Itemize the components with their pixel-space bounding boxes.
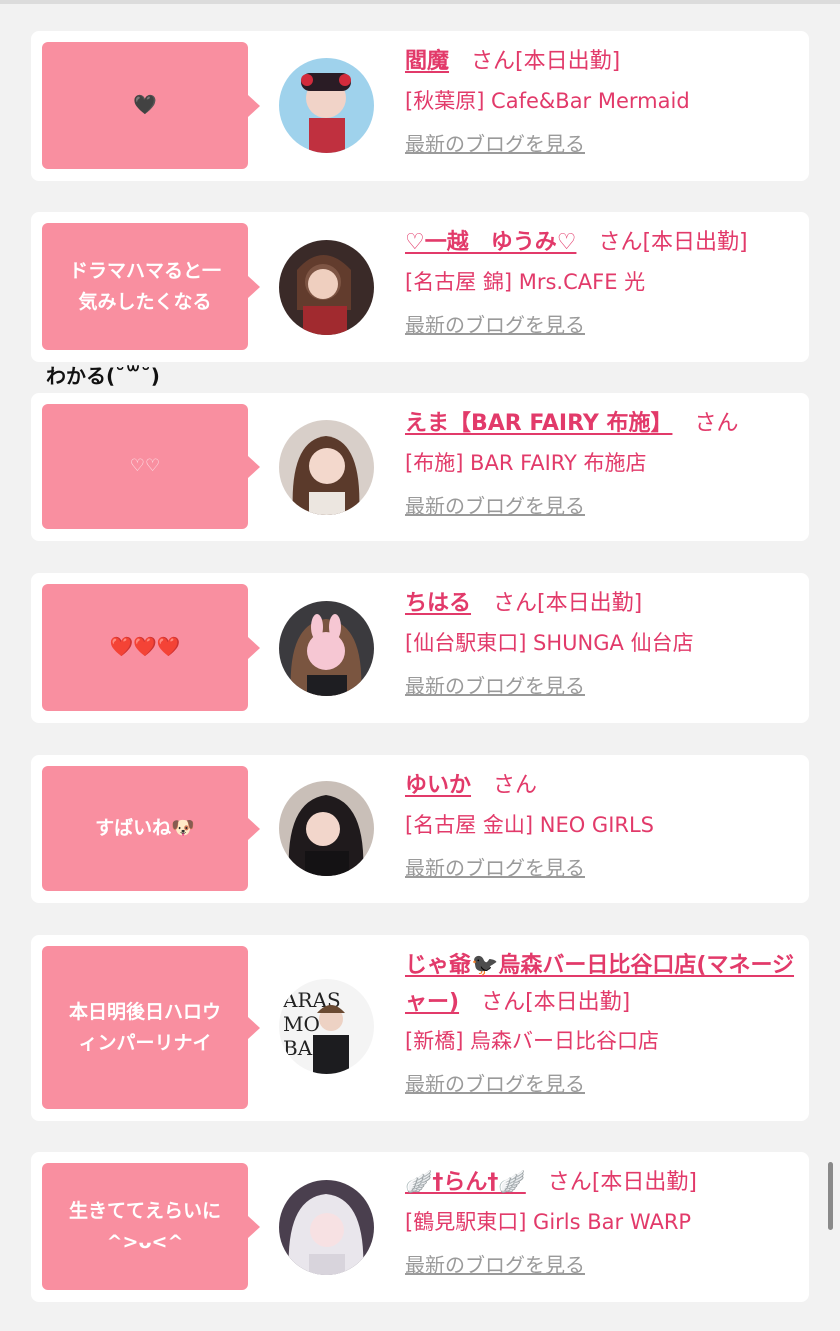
- girl-name-link[interactable]: 閻魔: [405, 49, 449, 74]
- girl-card: 🖤 閻魔 さん[本日出勤] [秋葉原] Cafe&Bar Mermaid 最新のブ…: [31, 31, 809, 181]
- top-divider: [0, 0, 840, 4]
- handwritten-note: わかる(˘꒳˘): [46, 364, 160, 388]
- svg-text:MO: MO: [283, 1012, 320, 1036]
- san-label: さん: [547, 1170, 592, 1195]
- girl-card: ドラマハマると一 気みしたくなる ♡一越 ゆうみ♡ さん[本日出勤] [名古屋 錦…: [31, 212, 809, 362]
- san-label: さん: [694, 411, 739, 436]
- shop-name: [布施] BAR FAIRY 布施店: [405, 451, 647, 475]
- girl-card: すばいね🐶 ゆいか さん [名古屋 金山] NEO GIRLS 最新のブログを見る: [31, 755, 809, 903]
- latest-blog-link[interactable]: 最新のブログを見る: [405, 1069, 585, 1099]
- girl-name-link[interactable]: えま【BAR FAIRY 布施】: [405, 411, 672, 436]
- shop-name: [名古屋 錦] Mrs.CAFE 光: [405, 270, 646, 294]
- shop-name: [秋葉原] Cafe&Bar Mermaid: [405, 89, 690, 113]
- latest-blog-link[interactable]: 最新のブログを見る: [405, 491, 585, 521]
- comment-text: 🖤: [133, 94, 157, 116]
- girl-name-link[interactable]: 🪽†らん†🪽: [405, 1170, 526, 1195]
- status-label: [本日出勤]: [642, 230, 748, 255]
- latest-blog-link[interactable]: 最新のブログを見る: [405, 310, 585, 340]
- comment-text: ♡♡: [129, 456, 161, 476]
- girl-name-link[interactable]: ♡一越 ゆうみ♡: [405, 230, 576, 255]
- shop-name: [新橋] 烏森バー日比谷口店: [405, 1029, 660, 1053]
- comment-bubble: 🖤: [42, 42, 260, 169]
- comment-text: 本日明後日ハロウ ィンパーリナイ: [68, 1000, 221, 1054]
- svg-text:BA: BA: [283, 1036, 313, 1060]
- avatar[interactable]: [279, 58, 374, 153]
- girl-card: 本日明後日ハロウ ィンパーリナイ ARAS MO BA じゃ爺🐦‍⬛烏森バー日比谷口…: [31, 935, 809, 1121]
- comment-bubble: ドラマハマると一 気みしたくなる: [42, 223, 260, 350]
- comment-bubble: 本日明後日ハロウ ィンパーリナイ: [42, 946, 260, 1109]
- girl-name-link[interactable]: ちはる: [405, 591, 471, 616]
- scrollbar[interactable]: [828, 1162, 833, 1230]
- comment-bubble: ♡♡: [42, 404, 260, 529]
- comment-bubble: 生きててえらいに ^>ᴗ<^: [42, 1163, 260, 1290]
- comment-text: 生きててえらいに ^>ᴗ<^: [68, 1199, 221, 1253]
- san-label: さん: [493, 773, 538, 798]
- san-label: さん: [471, 49, 516, 74]
- girl-card: ❤️❤️❤️ ちはる さん[本日出勤] [仙台駅東口] SHUNGA 仙台店 最新…: [31, 573, 809, 723]
- shop-name: [名古屋 金山] NEO GIRLS: [405, 813, 655, 837]
- avatar[interactable]: [279, 420, 374, 515]
- girl-card: ♡♡ えま【BAR FAIRY 布施】 さん [布施] BAR FAIRY 布施店…: [31, 393, 809, 541]
- shop-name: [仙台駅東口] SHUNGA 仙台店: [405, 631, 694, 655]
- comment-text: ❤️❤️❤️: [109, 636, 181, 658]
- san-label: さん: [598, 230, 643, 255]
- san-label: さん: [481, 990, 526, 1015]
- status-label: [本日出勤]: [591, 1170, 697, 1195]
- status-label: [本日出勤]: [525, 990, 631, 1015]
- comment-text: ドラマハマると一 気みしたくなる: [68, 259, 221, 313]
- status-label: [本日出勤]: [537, 591, 643, 616]
- shop-name: [鶴見駅東口] Girls Bar WARP: [405, 1210, 692, 1234]
- latest-blog-link[interactable]: 最新のブログを見る: [405, 1250, 585, 1280]
- avatar[interactable]: ARAS MO BA: [279, 979, 374, 1074]
- status-label: [本日出勤]: [515, 49, 621, 74]
- girl-card: 生きててえらいに ^>ᴗ<^ 🪽†らん†🪽 さん[本日出勤] [鶴見駅東口] Gi…: [31, 1152, 809, 1302]
- avatar[interactable]: [279, 240, 374, 335]
- avatar[interactable]: [279, 781, 374, 876]
- girl-name-link[interactable]: ゆいか: [405, 773, 471, 798]
- comment-bubble: すばいね🐶: [42, 766, 260, 891]
- comment-text: すばいね🐶: [95, 817, 195, 839]
- comment-bubble: ❤️❤️❤️: [42, 584, 260, 711]
- avatar[interactable]: [279, 1180, 374, 1275]
- san-label: さん: [493, 591, 538, 616]
- latest-blog-link[interactable]: 最新のブログを見る: [405, 129, 585, 159]
- latest-blog-link[interactable]: 最新のブログを見る: [405, 853, 585, 883]
- latest-blog-link[interactable]: 最新のブログを見る: [405, 671, 585, 701]
- avatar[interactable]: [279, 601, 374, 696]
